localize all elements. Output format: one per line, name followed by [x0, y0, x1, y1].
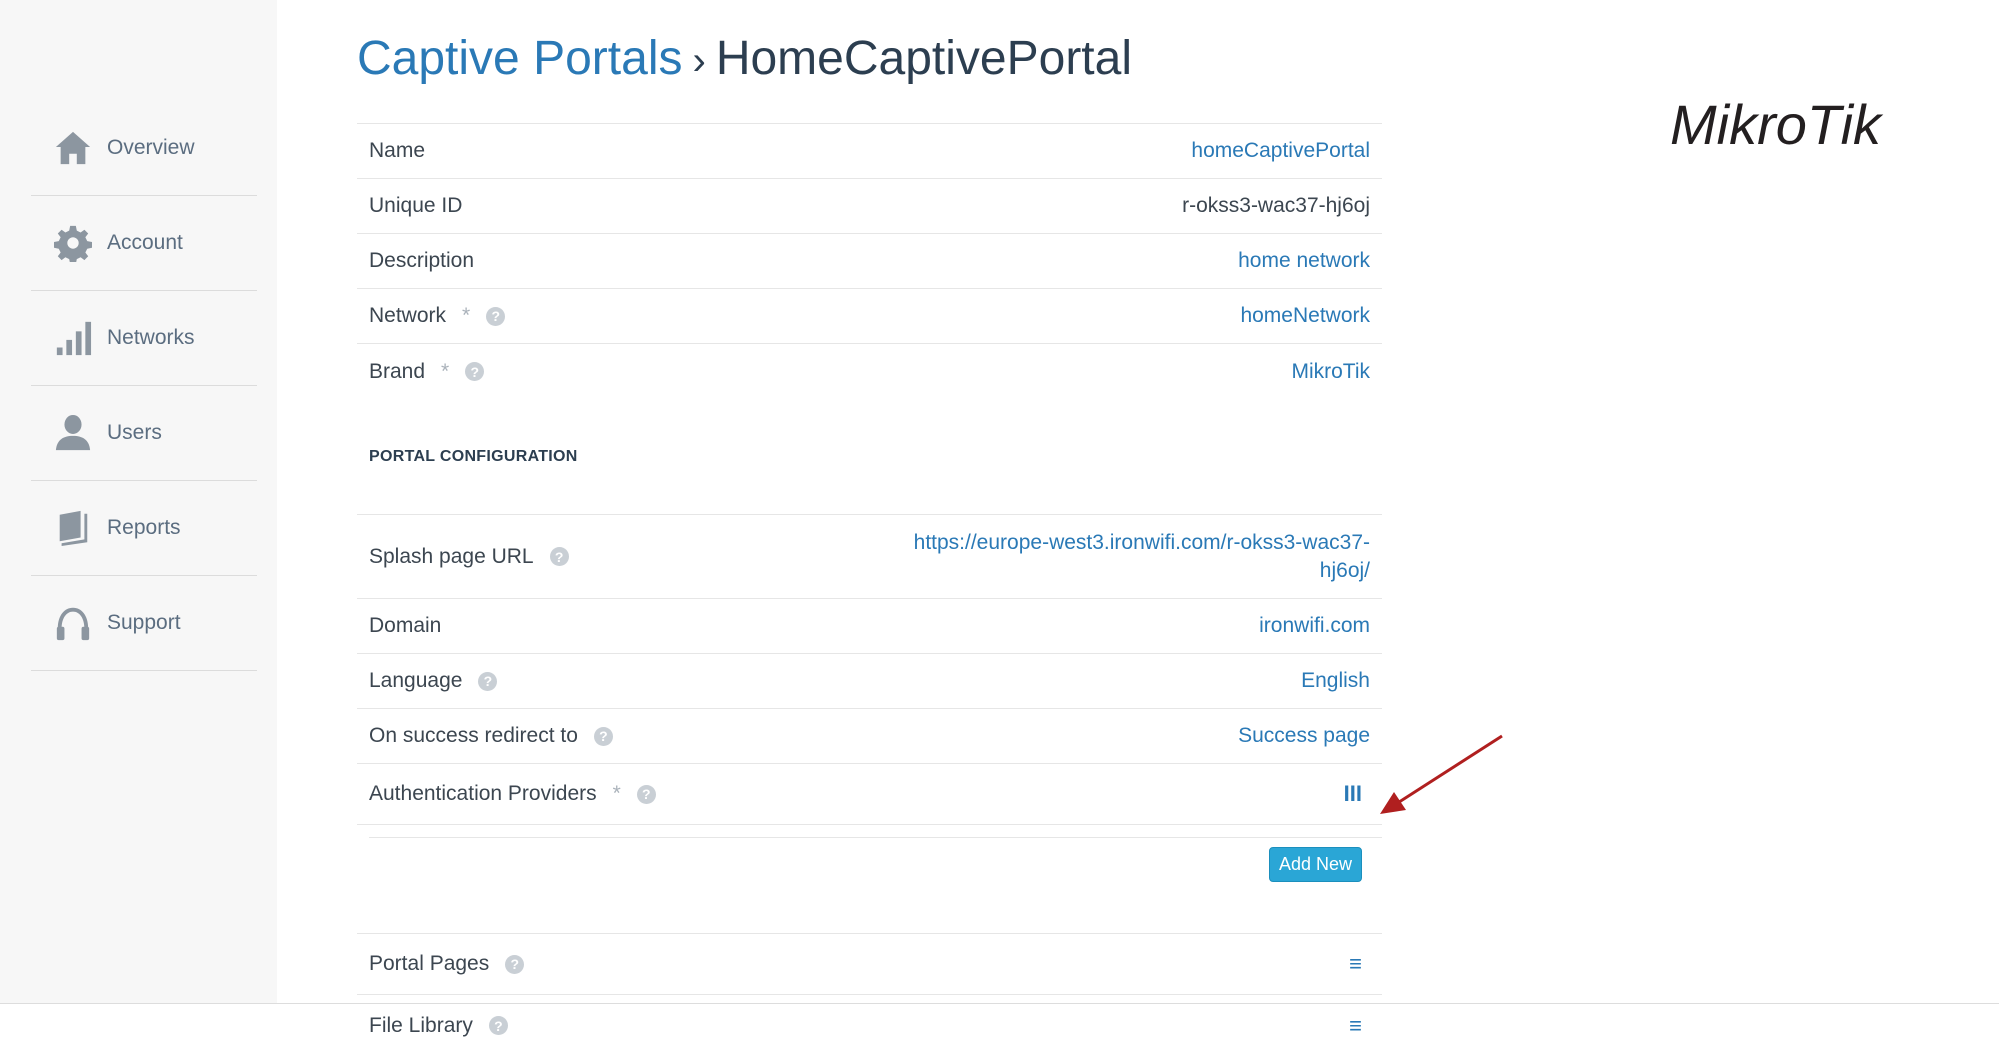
add-new-button[interactable]: Add New [1268, 847, 1362, 882]
breadcrumb-captive-portals-link[interactable]: Captive Portals [357, 32, 682, 85]
row-label: On success redirect to [369, 724, 578, 747]
sidebar-item-label: Reports [107, 516, 181, 539]
help-icon[interactable]: ? [505, 954, 525, 974]
row-label-group: Network * ? [369, 304, 506, 328]
mikrotik-logo: MikroTik [1670, 93, 1884, 156]
sidebar-item-label: Support [107, 611, 181, 634]
brand-value-link[interactable]: MikroTik [1291, 360, 1370, 384]
row-splash-page-url: Splash page URL ? https://europe-west3.i… [357, 515, 1382, 599]
row-label: Portal Pages [369, 952, 490, 975]
sidebar-item-label: Overview [107, 136, 195, 159]
row-label: Authentication Providers [369, 782, 597, 805]
home-icon [53, 128, 93, 168]
row-label-group: Splash page URL ? [369, 545, 569, 569]
sidebar-item-label: Networks [107, 326, 195, 349]
language-value-link[interactable]: English [1301, 669, 1370, 693]
sidebar-item-label: Account [107, 231, 183, 254]
network-value-link[interactable]: homeNetwork [1240, 304, 1370, 328]
row-success-redirect: On success redirect to ? Success page [357, 709, 1382, 764]
row-label: Brand [369, 359, 426, 383]
row-unique-id: Unique ID r-okss3-wac37-hj6oj [357, 179, 1382, 234]
help-icon[interactable]: ? [549, 547, 569, 566]
authentication-providers-list: Add New [357, 825, 1382, 934]
redirect-value-link[interactable]: Success page [1238, 724, 1370, 748]
page-title: HomeCaptivePortal [715, 32, 1132, 85]
row-network: Network * ? homeNetwork [357, 289, 1382, 344]
help-icon[interactable]: ? [478, 671, 498, 691]
logo-text: MikroTik [1670, 93, 1884, 156]
signal-bars-icon [53, 318, 93, 358]
sidebar-item-users[interactable]: Users [31, 386, 257, 481]
row-label: Name [369, 139, 426, 162]
headphones-icon [53, 603, 93, 643]
sidebar-nav: Overview Account Networks Users Reports … [31, 101, 257, 671]
row-label-group: Authentication Providers * ? [369, 782, 656, 806]
chevron-right-icon: › [692, 39, 706, 83]
row-label-group: Brand * ? [369, 359, 485, 384]
row-label-group: Language ? [369, 669, 498, 693]
domain-value-link[interactable]: ironwifi.com [1259, 614, 1370, 638]
row-label: Splash page URL [369, 544, 534, 568]
unique-id-value: r-okss3-wac37-hj6oj [1182, 194, 1370, 217]
help-icon[interactable]: ? [636, 784, 656, 804]
help-icon[interactable]: ? [486, 306, 506, 326]
row-domain: Domain ironwifi.com [357, 599, 1382, 654]
name-value-link[interactable]: homeCaptivePortal [1191, 139, 1370, 163]
menu-icon[interactable]: ≡ [1349, 1013, 1362, 1039]
breadcrumb: Captive Portals › HomeCaptivePortal [357, 30, 1132, 90]
description-value-link[interactable]: home network [1238, 249, 1370, 273]
splash-url-line-2: hj6oj/ [1319, 558, 1370, 582]
row-authentication-providers: Authentication Providers * ? III [357, 764, 1382, 825]
help-icon[interactable]: ? [593, 726, 613, 746]
row-label: Network [369, 304, 447, 327]
row-label-group: On success redirect to ? [369, 724, 613, 748]
menu-icon[interactable]: ≡ [1349, 951, 1362, 977]
row-file-library: File Library ? ≡ [357, 995, 1382, 1056]
sidebar-item-networks[interactable]: Networks [31, 291, 257, 386]
row-label: Domain [369, 614, 442, 637]
row-label: File Library [369, 1013, 473, 1037]
sidebar-item-support[interactable]: Support [31, 576, 257, 671]
user-icon [53, 413, 93, 453]
sidebar-item-label: Users [107, 421, 162, 444]
row-label-group: File Library ? [369, 1014, 508, 1038]
row-description: Description home network [357, 234, 1382, 289]
splash-url-link[interactable]: https://europe-west3.ironwifi.com/r-okss… [914, 529, 1370, 585]
row-label-group: Portal Pages ? [369, 952, 525, 976]
splash-url-line-1: https://europe-west3.ironwifi.com/r-okss… [913, 530, 1370, 554]
sidebar-item-reports[interactable]: Reports [31, 481, 257, 576]
portal-details-table: Name homeCaptivePortal Unique ID r-okss3… [357, 123, 1382, 1056]
columns-icon[interactable]: III [1344, 781, 1362, 807]
row-brand: Brand * ? MikroTik [357, 344, 1382, 399]
gear-icon [53, 223, 93, 263]
help-icon[interactable]: ? [465, 362, 485, 381]
required-marker: * [612, 782, 621, 805]
row-label: Language [369, 669, 463, 692]
row-label: Description [369, 249, 475, 272]
book-icon [53, 508, 93, 548]
row-label: Unique ID [369, 194, 463, 217]
annotation-arrow-icon [1380, 734, 1503, 814]
required-marker: * [462, 304, 471, 327]
sidebar: Overview Account Networks Users Reports … [0, 0, 277, 1004]
sidebar-item-account[interactable]: Account [31, 196, 257, 291]
required-marker: * [441, 359, 450, 383]
sidebar-item-overview[interactable]: Overview [31, 101, 257, 196]
portal-configuration-heading: PORTAL CONFIGURATION [357, 399, 1382, 515]
row-language: Language ? English [357, 654, 1382, 709]
row-name: Name homeCaptivePortal [357, 124, 1382, 179]
row-portal-pages: Portal Pages ? ≡ [357, 934, 1382, 995]
help-icon[interactable]: ? [488, 1016, 508, 1035]
